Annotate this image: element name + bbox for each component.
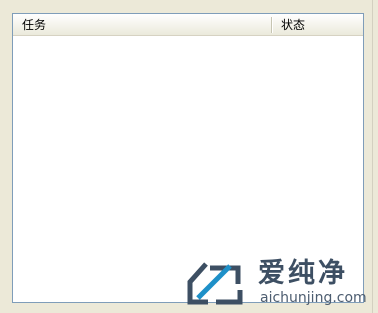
watermark-logo-icon [187,262,243,305]
watermark-brand: 爱纯净 [258,258,348,289]
watermark-domain: aichunjing.com [260,290,367,306]
column-header-task[interactable]: 任务 [13,14,273,35]
column-header-task-label: 任务 [22,18,47,32]
list-header: 任务 状态 [13,14,363,36]
dialog-window: 任务 状态 爱纯净 aichunjing.com [0,0,378,313]
watermark: 爱纯净 aichunjing.com [186,258,376,310]
column-header-status[interactable]: 状态 [272,14,363,35]
column-header-status-label: 状态 [281,18,306,32]
